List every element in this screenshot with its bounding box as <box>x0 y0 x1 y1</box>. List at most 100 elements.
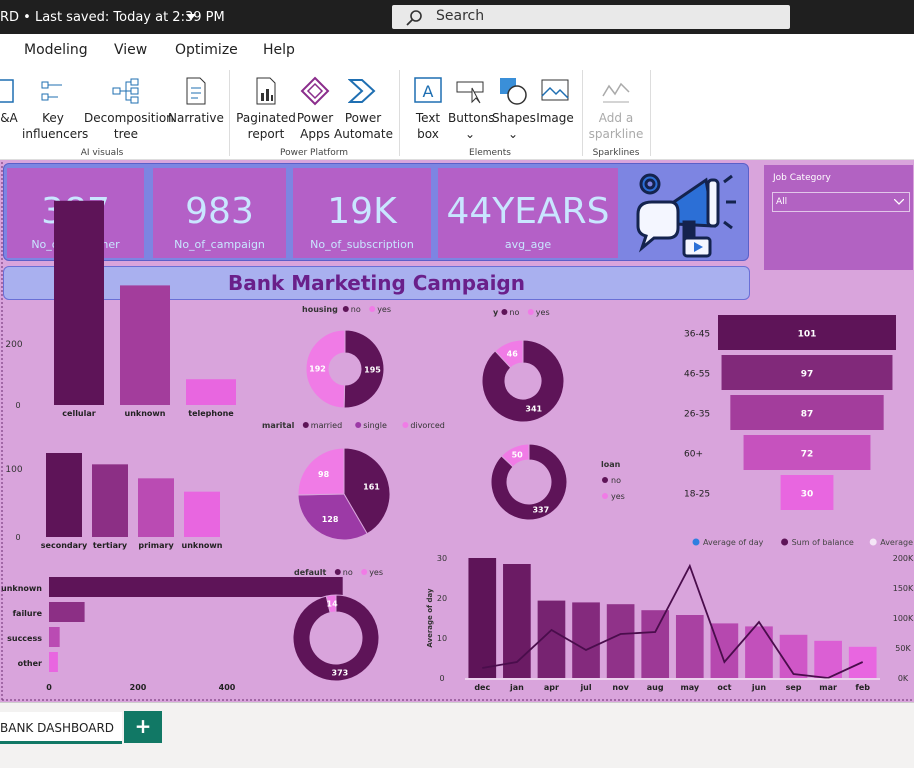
menu-bar: Modeling View Optimize Help <box>0 34 914 66</box>
ribbon-separator <box>650 70 651 156</box>
data-label: 98 <box>318 470 330 479</box>
legend-marker <box>402 422 409 428</box>
qa-button[interactable]: &A <box>0 76 22 126</box>
y-tick-label: 60+ <box>684 450 703 460</box>
legend-marker <box>302 422 309 428</box>
y-tick-label: 100 <box>5 465 22 475</box>
add-page-button[interactable]: + <box>124 711 162 743</box>
ribbon-label: ⌄ <box>464 127 476 141</box>
menu-modeling[interactable]: Modeling <box>24 42 88 58</box>
menu-optimize[interactable]: Optimize <box>175 42 238 58</box>
ribbon-label: Apps <box>300 127 330 141</box>
x-tick-label: 0 <box>46 683 52 692</box>
buttons-icon <box>456 81 484 104</box>
bar-cellular <box>54 200 104 405</box>
menu-help[interactable]: Help <box>263 42 295 58</box>
text-box-icon: A <box>414 77 442 103</box>
ribbon: &A Key influencers Decomposition tree Na… <box>0 66 914 160</box>
report-canvas[interactable]: 387 No_of_customer 983 No_of_campaign 19… <box>0 160 914 702</box>
bar-tertiary <box>92 464 128 537</box>
search-placeholder: Search <box>436 8 485 24</box>
ribbon-label: Image <box>536 111 574 125</box>
bar-telephone <box>186 379 236 405</box>
x-tick-label: feb <box>855 683 870 692</box>
y2-tick-label: 0K <box>898 674 909 683</box>
decomposition-tree-button[interactable]: Decomposition tree <box>84 76 174 142</box>
data-label: 161 <box>363 483 380 492</box>
legend-title: loan <box>601 460 621 469</box>
bar-may <box>675 615 704 678</box>
ribbon-label: Shapes <box>492 111 536 125</box>
text-box-button[interactable]: A Text box <box>408 76 448 142</box>
ribbon-label: Text <box>415 111 441 125</box>
search-icon <box>406 10 422 26</box>
buttons-button[interactable]: Buttons ⌄ <box>448 76 494 142</box>
x-tick-label: unknown <box>182 541 223 550</box>
chevron-down-icon[interactable] <box>186 14 196 20</box>
x-tick-label: sep <box>786 683 802 692</box>
power-automate-button[interactable]: Power Automate <box>334 76 393 142</box>
ribbon-label: box <box>417 127 439 141</box>
legend-title: housing <box>302 305 338 314</box>
ribbon-label: sparkline <box>588 127 644 141</box>
ribbon-label: &A <box>0 111 18 125</box>
bar-unknown <box>184 491 220 537</box>
x-tick-label: dec <box>474 683 490 692</box>
data-label: 195 <box>364 365 381 374</box>
page-tab-bank-dashboard[interactable]: BANK DASHBOARD <box>0 712 122 744</box>
x-tick-label: nov <box>612 683 629 692</box>
legend-marker <box>342 306 349 312</box>
ribbon-label: Add a <box>598 111 634 125</box>
y-tick-label: 18-25 <box>684 490 710 500</box>
ribbon-label: influencers <box>22 127 89 141</box>
data-label: 30 <box>801 490 814 500</box>
ribbon-label: Decomposition <box>84 111 174 125</box>
add-sparkline-button[interactable]: Add a sparkline <box>586 76 646 142</box>
legend-marker <box>602 477 608 483</box>
shapes-button[interactable]: Shapes ⌄ <box>492 76 536 142</box>
legend-label: married <box>311 421 342 430</box>
y-tick-label: 46-55 <box>684 370 710 380</box>
bar-secondary <box>46 453 82 537</box>
legend-label: yes <box>611 492 625 501</box>
menu-view[interactable]: View <box>114 42 147 58</box>
y-tick-label: 0 <box>15 533 20 542</box>
legend-label: divorced <box>410 421 444 430</box>
search-box[interactable]: Search <box>392 5 790 29</box>
paginated-report-button[interactable]: Paginated report <box>236 76 296 142</box>
legend-marker <box>869 538 877 546</box>
bar-primary <box>138 478 174 537</box>
bar-aug <box>641 610 670 678</box>
group-ai-visuals: AI visuals <box>80 148 124 158</box>
bar-success <box>49 627 60 647</box>
title-bar: RD • Last saved: Today at 2:39 PM Search <box>0 0 914 34</box>
ribbon-label: tree <box>113 127 139 141</box>
data-label: 101 <box>798 330 817 340</box>
power-apps-icon <box>300 76 330 106</box>
qa-icon <box>0 79 14 103</box>
legend-marker <box>781 538 789 546</box>
decomposition-tree-icon <box>112 78 139 104</box>
legend-marker <box>692 538 700 546</box>
x-tick-label: 200 <box>130 683 147 692</box>
image-button[interactable]: Image <box>534 76 576 126</box>
legend-title: y <box>493 308 499 317</box>
ribbon-label: ⌄ <box>507 127 519 141</box>
key-influencers-button[interactable]: Key influencers <box>22 76 89 142</box>
y2-tick-label: 50K <box>895 644 911 653</box>
group-power-platform: Power Platform <box>279 148 349 158</box>
svg-text:A: A <box>423 82 434 101</box>
power-apps-button[interactable]: Power Apps <box>296 76 334 142</box>
data-label: 72 <box>801 450 814 460</box>
legend-marker <box>527 309 534 315</box>
legend-label: yes <box>369 568 383 577</box>
y-tick-label: unknown <box>1 584 42 593</box>
y-tick-label: 0 <box>439 674 444 683</box>
narrative-button[interactable]: Narrative <box>168 76 224 126</box>
ribbon-separator <box>229 70 230 156</box>
x-tick-label: telephone <box>188 409 234 418</box>
x-tick-label: jun <box>751 683 766 692</box>
x-tick-label: may <box>680 683 699 692</box>
legend-marker <box>369 306 376 312</box>
ribbon-label: Narrative <box>168 111 224 125</box>
